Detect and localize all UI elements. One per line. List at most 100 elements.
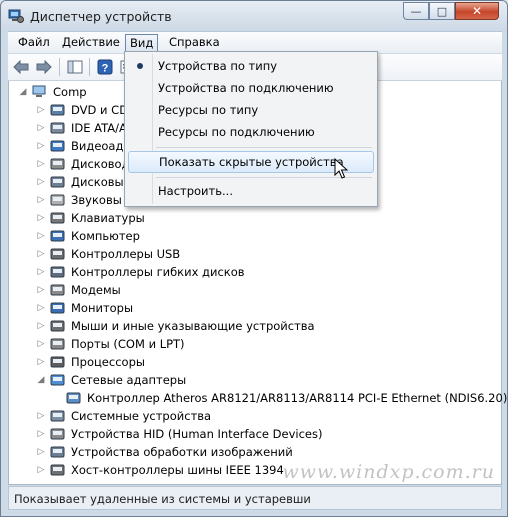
tree-category[interactable]: ▷ Устройства HID (Human Interface Devices… [35,425,323,443]
expand-arrow-icon[interactable]: ▷ [35,249,47,259]
tree-category[interactable]: ▷ DVD и CD [35,101,129,119]
view-menu-dropdown: Устройства по типу Устройства по подключ… [124,51,378,207]
tree-category[interactable]: ▷ Мониторы [35,299,134,317]
menu-item-label: Показать скрытые устройства [159,155,344,169]
menu-item-resources-by-connection[interactable]: Ресурсы по подключению [128,122,374,144]
menu-item-label: Ресурсы по типу [158,103,259,117]
tree-category[interactable]: ▷ Клавиатуры [35,209,145,227]
watermark-text: www.windxp.com.ru [282,461,495,483]
expand-arrow-icon[interactable]: ▷ [35,411,47,421]
show-hide-tree-button[interactable] [65,58,85,76]
expand-arrow-icon[interactable]: ▷ [35,357,47,367]
menu-item-resources-by-type[interactable]: Ресурсы по типу [128,100,374,122]
menu-view[interactable]: Вид [125,34,159,52]
toolbar-separator [59,58,60,76]
tree-item-label: IDE ATA/A [71,121,127,135]
tree-item-label: Контроллеры USB [71,247,181,261]
help-icon: ? [97,59,113,75]
tree-item-label: Звуковы [71,193,122,207]
tree-category[interactable]: ▷ Дисковы [35,173,124,191]
hid-icon [50,428,65,440]
processor-icon [50,356,65,368]
tree-category[interactable]: ▷ Звуковы [35,191,122,209]
forward-button[interactable] [34,58,54,76]
expand-arrow-icon[interactable]: ▷ [35,339,47,349]
disk-icon [50,176,65,188]
expand-arrow-icon[interactable]: ▷ [35,303,47,313]
tree-item-label: Контроллер Atheros AR8121/AR8113/AR8114 … [87,391,508,405]
tree-category[interactable]: ▷ Компьютер [35,227,140,245]
expand-arrow-icon[interactable]: ▷ [35,321,47,331]
expand-arrow-icon[interactable]: ▷ [35,231,47,241]
caption-buttons: — □ ✕ [403,2,499,20]
tree-pane-icon [67,60,83,74]
menu-file[interactable]: Файл [14,34,54,52]
tree-category[interactable]: ▷ Модемы [35,281,121,299]
menu-action[interactable]: Действие [58,34,124,52]
tree-item-label: Устройства HID (Human Interface Devices) [71,427,323,441]
menu-item-label: Устройства по подключению [158,81,334,95]
port-icon [50,338,65,350]
radio-bullet-icon [137,63,143,69]
expand-arrow-icon[interactable]: ▷ [35,267,47,277]
expand-arrow-icon[interactable]: ▷ [35,213,47,223]
sound-device-icon [50,194,65,206]
collapse-arrow-icon[interactable]: ◢ [35,375,47,385]
menu-item-label: Устройства по типу [158,59,278,73]
tree-category[interactable]: ▷ Видеоада [35,137,131,155]
tree-category[interactable]: ▷ IDE ATA/A [35,119,127,137]
tree-category[interactable]: ▷ Контроллеры USB [35,245,181,263]
tree-category[interactable]: ▷ Дисковод [35,155,130,173]
tree-category[interactable]: ▷ Мыши и иные указывающие устройства [35,317,315,335]
tree-item-label: Видеоада [71,139,131,153]
tree-category[interactable]: ▷ Порты (COM и LPT) [35,335,185,353]
menu-item-devices-by-connection[interactable]: Устройства по подключению [128,78,374,100]
tree-category[interactable]: ▷ Устройства обработки изображений [35,443,293,461]
minimize-button[interactable]: — [403,2,429,20]
menu-item-devices-by-type[interactable]: Устройства по типу [128,56,374,78]
window-title: Диспетчер устройств [30,9,172,24]
network-adapter-icon [50,374,65,386]
menu-item-label: Ресурсы по подключению [158,125,315,139]
maximize-icon: □ [436,4,448,18]
tree-root[interactable]: ◢ Comp [17,83,87,101]
back-arrow-icon [13,60,29,74]
back-button[interactable] [11,58,31,76]
tree-category[interactable]: ◢ Сетевые адаптеры [35,371,187,389]
tree-category[interactable]: ▷ Контроллеры гибких дисков [35,263,245,281]
expand-arrow-icon[interactable]: ▷ [35,195,47,205]
floppy-controller-icon [50,266,65,278]
expand-arrow-icon[interactable]: ▷ [35,123,47,133]
expand-arrow-icon[interactable]: ▷ [35,447,47,457]
maximize-button[interactable]: □ [429,2,455,20]
tree-item-label: Порты (COM и LPT) [71,337,185,351]
help-button[interactable]: ? [95,58,115,76]
menu-separator [156,147,372,148]
tree-category[interactable]: ▷ Хост-контроллеры шины IEEE 1394 [35,461,284,479]
collapse-arrow-icon[interactable]: ◢ [17,87,29,97]
menu-help[interactable]: Справка [165,34,224,52]
expand-arrow-icon[interactable]: ▷ [35,285,47,295]
status-text: Показывает удаленные из системы и устаре… [14,492,311,506]
title-bar[interactable]: Диспетчер устройств — □ ✕ [1,1,507,31]
close-button[interactable]: ✕ [455,2,499,20]
expand-arrow-icon[interactable]: ▷ [35,105,47,115]
tree-category[interactable]: ▷ Системные устройства [35,407,212,425]
expand-arrow-icon[interactable]: ▷ [35,429,47,439]
expand-arrow-icon[interactable]: ▷ [35,159,47,169]
toolbar-separator [89,58,90,76]
expand-arrow-icon[interactable]: ▷ [35,465,47,475]
tree-item-label: Контроллеры гибких дисков [71,265,245,279]
tree-category[interactable]: ▷ Процессоры [35,353,145,371]
tree-item-label: Мониторы [71,301,134,315]
svg-text:?: ? [102,63,109,75]
expand-arrow-icon[interactable]: ▷ [35,177,47,187]
monitor-icon [50,302,65,314]
expand-arrow-icon[interactable]: ▷ [35,141,47,151]
menu-item-customize[interactable]: Настроить... [128,181,374,203]
network-card-icon [66,392,81,404]
usb-icon [50,248,65,260]
tree-item-label: DVD и CD [71,103,129,117]
ieee1394-icon [50,464,65,476]
tree-child-item[interactable]: Контроллер Atheros AR8121/AR8113/AR8114 … [51,389,507,407]
